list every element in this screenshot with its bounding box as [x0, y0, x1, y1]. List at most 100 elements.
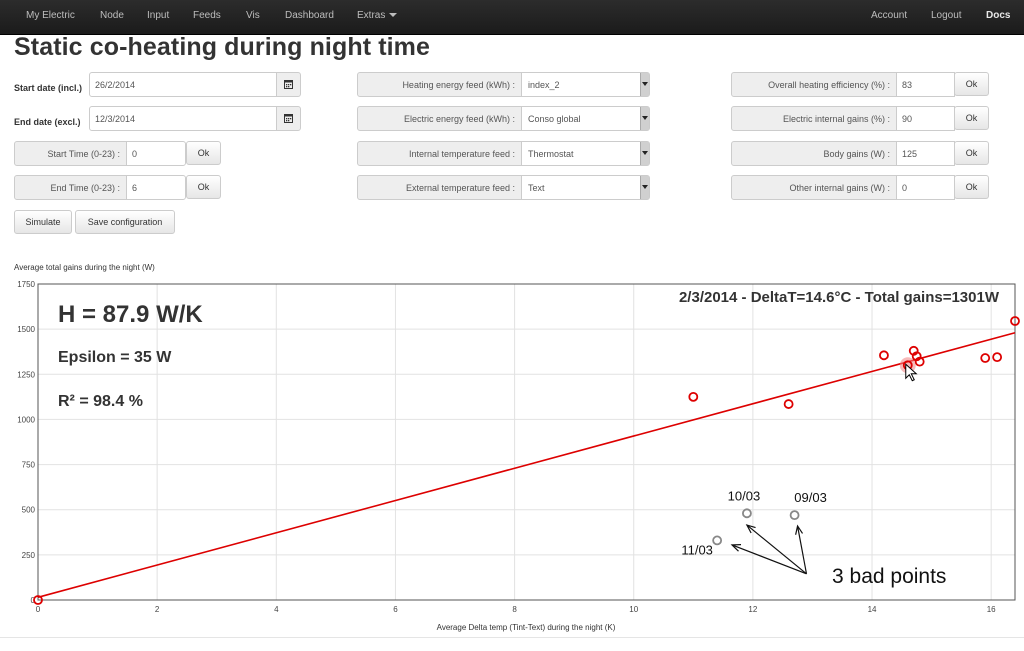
start-date-label: Start date (incl.): [14, 83, 83, 93]
start-time-input[interactable]: 0: [126, 141, 186, 166]
arrow-line: [731, 544, 807, 575]
top-navbar: My Electric Node Input Feeds Vis Dashboa…: [0, 0, 1024, 35]
external-temperature-feed-label: External temperature feed :: [357, 175, 522, 200]
internal-temperature-feed-label: Internal temperature feed :: [357, 141, 522, 166]
page-title: Static co-heating during night time: [14, 33, 430, 61]
electric-internal-gains-input[interactable]: 90: [896, 106, 955, 131]
electric-energy-feed-value: Conso global: [528, 114, 581, 124]
body-gains-input[interactable]: 125: [896, 141, 955, 166]
data-point: [911, 351, 922, 362]
overall-heating-efficiency-label: Overall heating efficiency (%) :: [731, 72, 897, 97]
end-time-input[interactable]: 6: [126, 175, 186, 200]
arrow-head: [730, 544, 742, 552]
data-point: [712, 535, 723, 546]
chevron-down-icon: [389, 13, 398, 18]
simulate-button[interactable]: Simulate: [14, 210, 72, 234]
heating-energy-feed-select[interactable]: index_2: [521, 72, 650, 97]
heating-energy-feed-label: Heating energy feed (kWh) :: [357, 72, 522, 97]
heating-energy-feed-value: index_2: [528, 80, 560, 90]
stat-r2: R² = 98.4 %: [58, 393, 143, 410]
chevron-down-icon: [640, 176, 649, 199]
nav-docs[interactable]: Docs: [986, 0, 1010, 34]
nav-input[interactable]: Input: [147, 0, 169, 34]
nav-dashboard[interactable]: Dashboard: [285, 0, 334, 34]
body-gains-label: Body gains (W) :: [731, 141, 897, 166]
body-gains-ok-button[interactable]: Ok: [954, 141, 989, 165]
nav-logout[interactable]: Logout: [931, 0, 962, 34]
data-point: [879, 350, 889, 361]
chevron-down-icon: [640, 107, 649, 130]
nav-feeds[interactable]: Feeds: [193, 0, 221, 34]
bad-points-annotation: 3 bad points: [832, 565, 946, 588]
nav-extras[interactable]: Extras: [357, 0, 398, 34]
end-time-label: End Time (0-23) :: [14, 175, 127, 200]
start-time-label: Start Time (0-23) :: [14, 141, 127, 166]
data-point: [688, 391, 699, 402]
data-point: [980, 353, 991, 363]
data-point: [789, 510, 800, 521]
y-tick-label: 750: [22, 461, 36, 470]
overall-heating-efficiency-ok-button[interactable]: Ok: [954, 72, 989, 96]
stat-h: H = 87.9 W/K: [58, 301, 203, 328]
nav-account[interactable]: Account: [871, 0, 907, 34]
electric-energy-feed-select[interactable]: Conso global: [521, 106, 650, 131]
chevron-down-icon: [640, 142, 649, 165]
chart-ylabel: Average total gains during the night (W): [14, 263, 155, 272]
regression-line: [37, 331, 1016, 599]
point-label: 09/03: [794, 490, 827, 505]
chevron-down-icon: [640, 73, 649, 96]
data-point: [992, 352, 1003, 363]
electric-energy-feed-label: Electric energy feed (kWh) :: [357, 106, 522, 131]
electric-internal-gains-ok-button[interactable]: Ok: [954, 106, 989, 130]
bottom-divider: [0, 637, 1024, 638]
y-tick-label: 500: [22, 506, 36, 515]
x-tick-label: 2: [155, 605, 160, 614]
scatter-chart: 0 2 4 6 8 10 12 14 1602505007501000125015001750 …: [17, 280, 1020, 632]
save-configuration-button[interactable]: Save configuration: [75, 210, 175, 234]
start-time-ok-button[interactable]: Ok: [186, 141, 221, 165]
other-internal-gains-ok-button[interactable]: Ok: [954, 175, 989, 199]
end-date-calendar-button[interactable]: [276, 106, 301, 131]
y-tick-label: 0: [31, 596, 36, 605]
y-tick-label: 1750: [17, 280, 35, 289]
data-point: [902, 360, 913, 371]
x-tick-label: 10: [629, 605, 638, 614]
nav-my-electric[interactable]: My Electric: [26, 0, 75, 34]
data-point: [742, 508, 752, 519]
x-tick-label: 14: [868, 605, 877, 614]
y-tick-label: 1500: [17, 325, 35, 334]
overall-heating-efficiency-input[interactable]: 83: [896, 72, 955, 97]
end-time-ok-button[interactable]: Ok: [186, 175, 221, 199]
nav-node[interactable]: Node: [100, 0, 124, 34]
start-date-calendar-button[interactable]: [276, 72, 301, 97]
data-point: [783, 399, 794, 409]
y-tick-label: 250: [22, 551, 36, 560]
arrow-line: [796, 525, 808, 574]
plot-frame: [37, 283, 1016, 601]
other-internal-gains-input[interactable]: 0: [896, 175, 955, 200]
start-date-input[interactable]: 26/2/2014: [89, 72, 277, 97]
calendar-icon: [284, 80, 293, 89]
electric-internal-gains-label: Electric internal gains (%) :: [731, 106, 897, 131]
external-temperature-feed-select[interactable]: Text: [521, 175, 650, 200]
nav-extras-label: Extras: [357, 10, 386, 21]
other-internal-gains-label: Other internal gains (W) :: [731, 175, 897, 200]
external-temperature-feed-value: Text: [528, 183, 545, 193]
cursor-icon: [905, 363, 918, 382]
x-tick-label: 6: [393, 605, 398, 614]
point-label: 11/03: [681, 542, 713, 557]
end-date-label: End date (excl.): [14, 117, 81, 127]
y-tick-label: 1250: [17, 370, 35, 379]
data-point: [33, 595, 43, 605]
data-point: [1010, 316, 1020, 326]
arrow-head: [745, 524, 756, 534]
internal-temperature-feed-select[interactable]: Thermostat: [521, 141, 650, 166]
nav-vis[interactable]: Vis: [246, 0, 260, 34]
data-point: [914, 356, 925, 367]
x-tick-label: 8: [512, 605, 517, 614]
y-tick-label: 1000: [17, 415, 35, 424]
end-date-input[interactable]: 12/3/2014: [89, 106, 277, 131]
point-label: 10/03: [728, 488, 761, 503]
x-tick-label: 12: [748, 605, 757, 614]
stat-epsilon: Epsilon = 35 W: [58, 349, 172, 366]
